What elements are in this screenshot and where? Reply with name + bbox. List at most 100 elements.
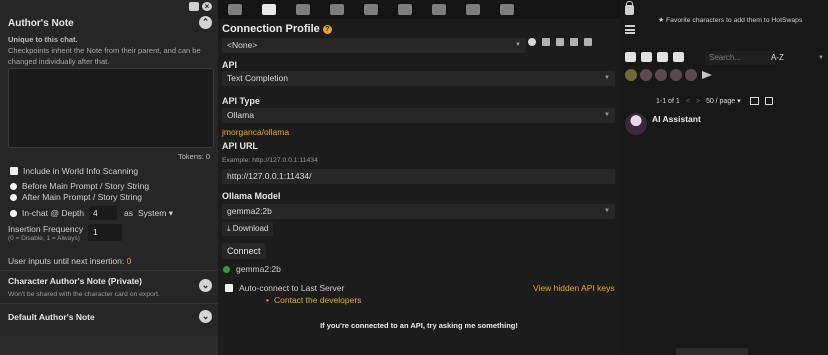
chevron-down-icon[interactable]: ⌄ <box>199 310 212 323</box>
group-add-icon[interactable] <box>673 52 684 62</box>
contact-developers-link[interactable]: Contact the developers <box>266 295 361 305</box>
character-actions <box>625 52 684 62</box>
status-text: gemma2:2b <box>236 264 281 274</box>
insertion-freq-label: Insertion Frequency <box>8 224 84 234</box>
book-icon <box>330 4 344 15</box>
character-item[interactable]: AI Assistant <box>625 113 701 135</box>
help-icon[interactable]: ? <box>322 24 332 34</box>
pager-prev-button[interactable]: < <box>686 98 690 105</box>
font-icon <box>296 4 310 15</box>
nav-formatting[interactable] <box>286 0 320 19</box>
api-type-select[interactable]: Ollama ▼ <box>222 108 615 123</box>
in-chat-label: In-chat @ Depth <box>22 208 85 218</box>
panel-window-controls: × <box>189 2 212 11</box>
save-icon[interactable] <box>556 38 564 46</box>
position-in-chat-row[interactable]: In-chat @ Depth 4 as System ▾ <box>10 206 173 220</box>
sliders-icon <box>228 4 242 15</box>
model-label: Ollama Model <box>222 191 281 201</box>
role-select[interactable]: System ▾ <box>138 208 173 219</box>
create-profile-icon[interactable] <box>542 38 550 46</box>
face-icon <box>466 4 480 15</box>
per-page-select[interactable]: 50 / page ▾ <box>706 97 741 105</box>
insertion-freq-note: (0 = Disable, 1 = Always) <box>8 235 80 242</box>
user-gear-icon <box>364 4 378 15</box>
nav-persona[interactable] <box>456 0 490 19</box>
view-hidden-keys-link[interactable]: View hidden API keys <box>533 283 615 293</box>
plug-icon <box>262 4 276 15</box>
character-search-input[interactable]: Search... <box>705 51 775 65</box>
pager-next-button[interactable]: > <box>696 98 700 105</box>
connect-button[interactable]: Connect <box>222 243 266 259</box>
nav-character[interactable] <box>490 0 524 19</box>
list-icon[interactable] <box>625 25 635 34</box>
api-url-example: Example: http://127.0.0.1:11434 <box>222 157 318 164</box>
nav-user-settings[interactable] <box>354 0 388 19</box>
chevron-down-icon[interactable]: ⌄ <box>199 279 212 292</box>
auto-connect-row[interactable]: Auto-connect to Last Server <box>225 283 344 293</box>
authors-note-title: Author's Note <box>8 18 74 29</box>
id-card-icon <box>500 4 514 15</box>
trash-icon[interactable] <box>584 38 592 46</box>
include-wi-checkbox[interactable] <box>10 167 18 175</box>
character-panel: ★ Favorite characters to add them to Hot… <box>620 0 828 355</box>
depth-input[interactable]: 4 <box>89 206 118 220</box>
api-url-input[interactable]: http://127.0.0.1:11434/ <box>222 169 615 184</box>
position-in-chat-radio[interactable] <box>10 209 17 217</box>
nav-api-connections[interactable] <box>252 0 286 19</box>
image-icon <box>398 4 412 15</box>
model-select[interactable]: gemma2:2b ▼ <box>222 204 615 219</box>
favorites-filter-icon[interactable] <box>625 69 637 81</box>
position-before-label: Before Main Prompt / Story String <box>22 181 150 191</box>
position-before-row[interactable]: Before Main Prompt / Story String <box>10 181 149 191</box>
authors-note-panel: × Author's Note ⌃ Unique to this chat. C… <box>0 0 218 355</box>
token-count: Tokens: 0 <box>178 152 211 161</box>
groups-filter-icon[interactable] <box>640 69 652 81</box>
grid-view-icon[interactable] <box>749 97 759 105</box>
profile-select[interactable]: <None> ▼ <box>222 38 526 53</box>
nav-extensions[interactable] <box>422 0 456 19</box>
nav-ai-settings[interactable] <box>218 0 252 19</box>
auto-connect-label: Auto-connect to Last Server <box>239 283 345 293</box>
minimize-icon[interactable] <box>189 2 199 11</box>
tag-filter-icon[interactable] <box>685 69 697 81</box>
char-note-title[interactable]: Character Author's Note (Private) <box>8 276 142 286</box>
cloud-download-icon[interactable] <box>657 52 668 62</box>
as-label: as <box>124 208 134 218</box>
arrow-right-icon[interactable] <box>702 71 712 79</box>
ask-hint: If you're connected to an API, try askin… <box>320 321 518 330</box>
import-file-icon[interactable] <box>641 52 652 62</box>
nav-world-info[interactable] <box>320 0 354 19</box>
panel-footer <box>0 336 218 355</box>
connection-panel: Connection Profile? <None> ▼ API Text Com… <box>218 0 628 355</box>
position-before-radio[interactable] <box>10 182 17 190</box>
tag-filters <box>625 69 712 81</box>
gear-filter-icon[interactable] <box>670 69 682 81</box>
api-select[interactable]: Text Completion ▼ <box>222 71 615 86</box>
auto-connect-checkbox[interactable] <box>225 284 233 292</box>
chevron-up-icon[interactable]: ⌃ <box>199 16 212 29</box>
default-note-title[interactable]: Default Author's Note <box>8 312 95 322</box>
add-character-icon[interactable] <box>625 52 636 62</box>
api-label: API <box>222 60 238 70</box>
divider <box>0 303 218 304</box>
folder-filter-icon[interactable] <box>655 69 667 81</box>
api-type-label: API Type <box>222 96 260 106</box>
unique-label: Unique to this chat. <box>8 35 78 44</box>
insertion-freq-input[interactable]: 1 <box>88 224 122 241</box>
authors-note-textarea[interactable] <box>8 68 214 148</box>
user-inputs-row: User inputs until next insertion: 0 <box>8 256 131 266</box>
character-name: AI Assistant <box>652 114 701 124</box>
info-icon[interactable] <box>528 38 536 46</box>
close-icon[interactable]: × <box>202 2 212 11</box>
download-button[interactable]: ⤓ Download <box>222 222 274 236</box>
include-wi-row[interactable]: Include in World Info Scanning <box>10 166 138 176</box>
position-after-row[interactable]: After Main Prompt / Story String <box>10 192 142 202</box>
sort-select[interactable]: A-Z ▼ <box>767 51 826 65</box>
ollama-repo-link[interactable]: jmorganca/ollama <box>222 127 289 137</box>
reload-icon[interactable] <box>570 38 578 46</box>
cubes-icon <box>432 4 446 15</box>
position-after-radio[interactable] <box>10 193 17 201</box>
edit-icon[interactable] <box>764 97 773 105</box>
lock-icon[interactable] <box>625 1 634 15</box>
nav-backgrounds[interactable] <box>388 0 422 19</box>
